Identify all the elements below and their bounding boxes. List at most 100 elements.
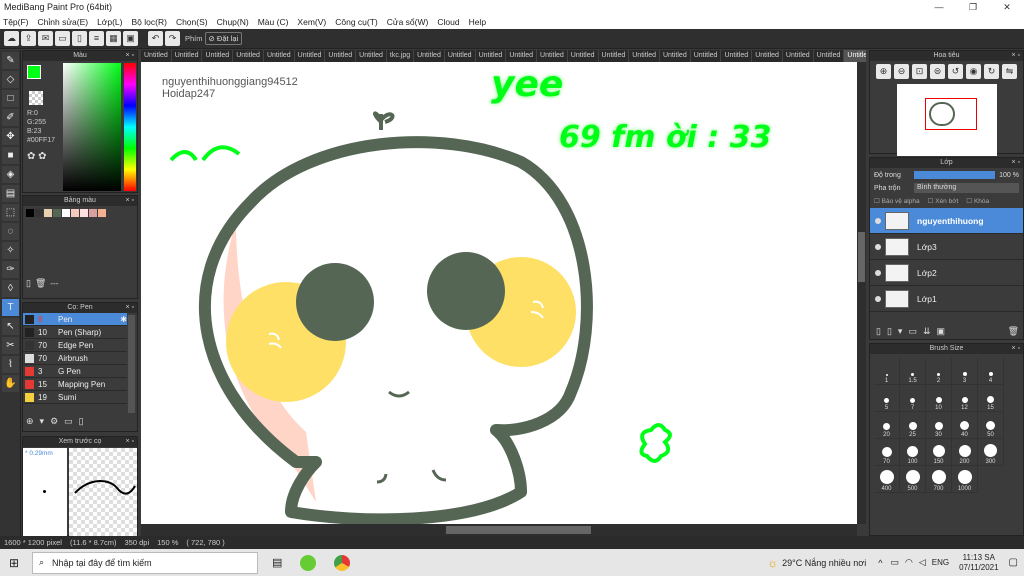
folder-icon[interactable]: ▭ <box>908 326 917 337</box>
palette-swatch[interactable] <box>35 209 43 217</box>
document-tab[interactable]: Untitled <box>445 50 476 62</box>
brush-size-cell[interactable]: 5 <box>874 385 900 412</box>
eyedropper-icon[interactable]: ⌇ <box>2 356 19 373</box>
drawing-canvas[interactable]: nguyenthihuonggiang94512 Hoidap247 yee 6… <box>141 62 857 524</box>
cloud-icon[interactable]: ☁ <box>4 31 19 46</box>
brush-size-cell[interactable]: 10 <box>926 385 952 412</box>
document-tab[interactable]: Untitled <box>325 50 357 62</box>
palette-swatch[interactable] <box>44 209 52 217</box>
brush-size-cell[interactable]: 500 <box>900 466 926 493</box>
document-tab-active[interactable]: Untitled <box>844 50 866 62</box>
menu-help[interactable]: Help <box>469 15 486 29</box>
clock[interactable]: 11:13 SA 07/11/2021 <box>959 553 998 573</box>
layer-settings-icon[interactable]: ▣ <box>937 326 946 337</box>
palette-swatch[interactable] <box>71 209 79 217</box>
eye-icon[interactable] <box>875 217 881 224</box>
hand-tool-icon[interactable]: ✋ <box>2 375 19 392</box>
brush-size-cell[interactable]: 300 <box>978 439 1004 466</box>
brush-list-scrollbar[interactable] <box>128 315 135 413</box>
document-tab[interactable]: Untitled <box>172 50 203 62</box>
panel-icon[interactable]: ▣ <box>123 31 138 46</box>
brush-size-cell[interactable]: 50 <box>978 412 1004 439</box>
brush-delete-icon[interactable]: ▯ <box>79 416 84 427</box>
clipping-checkbox[interactable]: ☐ Xén bớt <box>928 197 959 205</box>
select-pen-icon[interactable]: ✑ <box>2 261 19 278</box>
flip-icon[interactable]: ⇋ <box>1002 64 1017 79</box>
rotate-left-icon[interactable]: ↺ <box>948 64 963 79</box>
close-icon[interactable]: ✕ <box>990 0 1024 15</box>
saturation-value-picker[interactable] <box>63 63 121 191</box>
panel-close-icon[interactable]: × ▫ <box>125 196 134 206</box>
brush-item[interactable]: 70 Airbrush <box>23 352 127 365</box>
brush-size-cell[interactable]: 20 <box>874 412 900 439</box>
lock-checkbox[interactable]: ☐ Khóa <box>966 197 989 205</box>
zoom-out-icon[interactable]: ⊖ <box>894 64 909 79</box>
medibang-app-icon[interactable] <box>300 554 317 571</box>
brush-item[interactable]: 8 Pen ✱ <box>23 313 127 326</box>
duplicate-layer-icon[interactable]: ▯ <box>887 326 892 337</box>
undo-icon[interactable]: ↶ <box>148 31 163 46</box>
foreground-color-swatch[interactable] <box>27 65 41 79</box>
reset-button[interactable]: ⊘ Đặt lại <box>204 32 243 45</box>
new-layer-icon[interactable]: ▯ <box>876 326 881 337</box>
maximize-icon[interactable]: ❐ <box>956 0 990 15</box>
comment-icon[interactable]: ▭ <box>55 31 70 46</box>
document-tab[interactable]: Untitled <box>599 50 630 62</box>
select-eraser-icon[interactable]: ◊ <box>2 280 19 297</box>
gear-icon[interactable]: ✱ <box>120 313 127 325</box>
panel-close-icon[interactable]: × ▫ <box>1011 51 1020 61</box>
volume-icon[interactable]: ◁ <box>919 557 926 568</box>
brush-size-cell[interactable]: 100 <box>900 439 926 466</box>
document-tab[interactable]: Untitled <box>752 50 783 62</box>
document-tab[interactable]: Untitled <box>691 50 722 62</box>
brush-item[interactable]: 10 Pen (Sharp) <box>23 326 127 339</box>
eye-icon[interactable] <box>875 243 881 250</box>
merge-layer-icon[interactable]: ⇊ <box>923 326 931 337</box>
gradient-tool-icon[interactable]: ▤ <box>2 185 19 202</box>
document-tab[interactable]: tkc.jpg <box>387 50 415 62</box>
document-tab[interactable]: Untitled <box>233 50 264 62</box>
divide-tool-icon[interactable]: ✂ <box>2 337 19 354</box>
text-tool-icon[interactable]: T <box>2 299 19 316</box>
shape-tool-icon[interactable]: □ <box>2 90 19 107</box>
brush-size-cell[interactable]: 25 <box>900 412 926 439</box>
document-tab[interactable]: Untitled <box>660 50 691 62</box>
brush-size-cell[interactable]: 1000 <box>952 466 978 493</box>
weather-text[interactable]: 29°C Nắng nhiều nơi <box>782 558 866 568</box>
brush-menu-icon[interactable]: ▾ <box>40 416 45 427</box>
layer-item[interactable]: nguyenthihuong <box>870 208 1023 234</box>
brush-item[interactable]: 15 Mapping Pen <box>23 378 127 391</box>
document-tab[interactable]: Untitled <box>414 50 445 62</box>
document-tab[interactable]: Untitled <box>476 50 507 62</box>
hue-slider[interactable] <box>124 63 136 191</box>
pen-tool-icon[interactable]: ✐ <box>2 109 19 126</box>
canvas-vertical-scrollbar[interactable] <box>857 62 866 524</box>
folder-icon[interactable]: ▭ <box>64 416 73 427</box>
brush-size-cell[interactable]: 70 <box>874 439 900 466</box>
brush-item[interactable]: 70 Edge Pen <box>23 339 127 352</box>
document-tab[interactable]: Untitled <box>721 50 753 62</box>
document-tab[interactable]: Untitled <box>356 50 387 62</box>
palette-swatch[interactable] <box>98 209 106 217</box>
delete-palette-icon[interactable]: 🗑 <box>35 278 46 289</box>
eye-icon[interactable] <box>875 269 881 276</box>
windows-start-icon[interactable]: ⊞ <box>0 556 28 570</box>
menu-edit[interactable]: Chỉnh sửa(E) <box>38 15 89 29</box>
panel-close-icon[interactable]: × ▫ <box>125 51 134 61</box>
taskbar-search[interactable]: ⌕ Nhập tại đây để tìm kiếm <box>32 551 258 574</box>
operation-tool-icon[interactable]: ↖ <box>2 318 19 335</box>
brush-size-cell[interactable]: 7 <box>900 385 926 412</box>
brush-item[interactable]: 3 G Pen <box>23 365 127 378</box>
layer-item[interactable]: Lớp1 <box>870 286 1023 312</box>
blend-mode-select[interactable]: Bình thường <box>914 183 1019 193</box>
menu-window[interactable]: Cửa sổ(W) <box>387 15 429 29</box>
layer-item[interactable]: Lớp2 <box>870 260 1023 286</box>
menu-view[interactable]: Xem(V) <box>297 15 326 29</box>
palette-swatch[interactable] <box>62 209 70 217</box>
brush-size-cell[interactable]: 4 <box>978 358 1004 385</box>
delete-layer-icon[interactable]: 🗑 <box>1008 326 1019 337</box>
brush-item[interactable]: 19 Sumi <box>23 391 127 404</box>
rotate-right-icon[interactable]: ↻ <box>984 64 999 79</box>
weather-icon[interactable]: ☼ <box>767 556 778 570</box>
task-view-icon[interactable]: ▤ <box>272 556 282 569</box>
